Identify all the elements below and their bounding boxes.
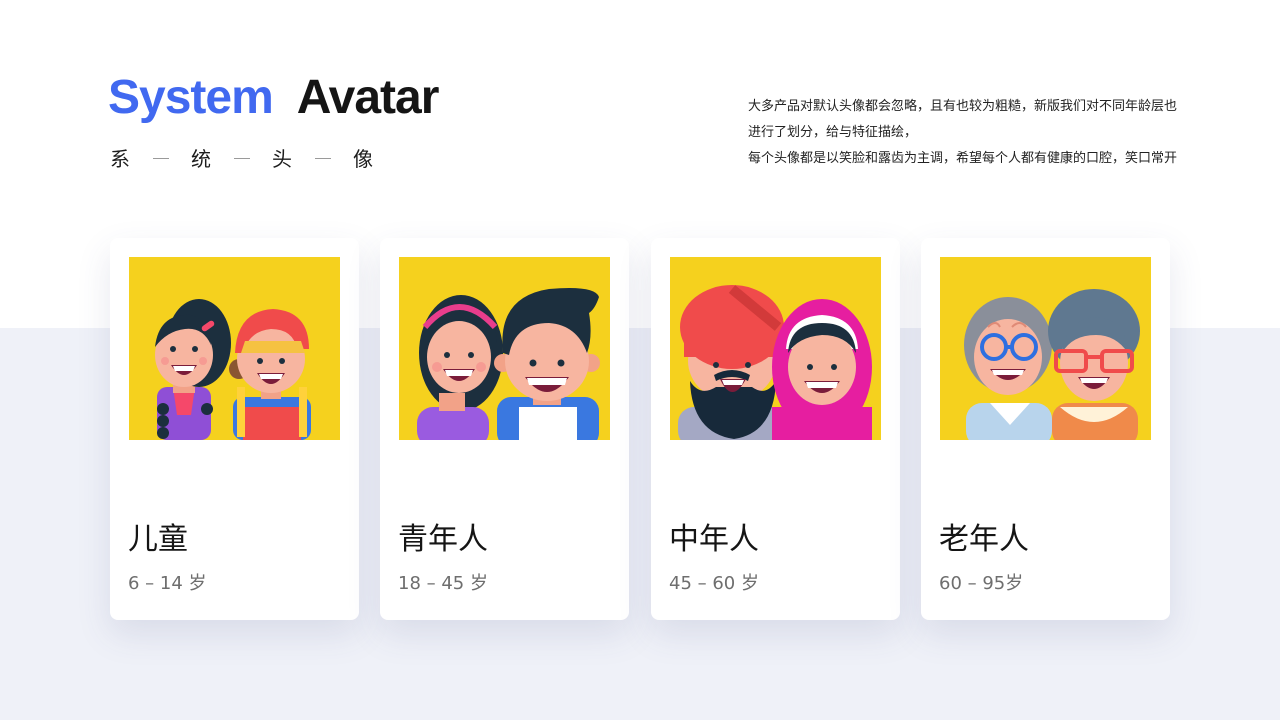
card-age-range: 60 – 95岁 — [939, 573, 1024, 594]
description-line: 大多产品对默认头像都会忽略，且有也较为粗糙，新版我们对不同年龄层也进行了划分，给… — [748, 99, 1178, 140]
subtitle-separator — [153, 157, 169, 159]
card-title: 中年人 — [669, 522, 759, 557]
card-title: 青年人 — [398, 522, 488, 557]
card-title: 老年人 — [939, 522, 1029, 557]
youth-avatar-illustration — [399, 257, 610, 440]
avatar-card-middle-aged[interactable]: 中年人 45 – 60 岁 — [651, 238, 900, 620]
card-age-range: 18 – 45 岁 — [398, 573, 488, 594]
card-title: 儿童 — [128, 522, 188, 557]
title-word-avatar: Avatar — [296, 71, 440, 124]
card-age-range: 45 – 60 岁 — [669, 573, 759, 594]
page-subtitle: 系 统 头 像 — [110, 144, 374, 171]
description-line: 每个头像都是以笑脸和露齿为主调，希望每个人都有健康的口腔，笑口常开 — [748, 151, 1178, 166]
avatar-card-youth[interactable]: 青年人 18 – 45 岁 — [380, 238, 629, 620]
subtitle-separator — [315, 157, 331, 159]
title-word-system: System — [108, 71, 274, 124]
subtitle-separator — [234, 157, 250, 159]
subtitle-char: 统 — [191, 146, 212, 171]
elderly-avatar-illustration — [940, 257, 1151, 440]
children-avatar-illustration — [129, 257, 340, 440]
page-title: System Avatar — [108, 68, 440, 128]
subtitle-char: 头 — [272, 146, 293, 171]
avatar-card-elderly[interactable]: 老年人 60 – 95岁 — [921, 238, 1170, 620]
subtitle-char: 系 — [110, 146, 131, 171]
middle-aged-avatar-illustration — [670, 257, 881, 440]
description: 大多产品对默认头像都会忽略，且有也较为粗糙，新版我们对不同年龄层也进行了划分，给… — [748, 94, 1178, 172]
avatar-card-children[interactable]: 儿童 6 – 14 岁 — [110, 238, 359, 620]
card-age-range: 6 – 14 岁 — [128, 573, 207, 594]
subtitle-char: 像 — [353, 146, 374, 171]
